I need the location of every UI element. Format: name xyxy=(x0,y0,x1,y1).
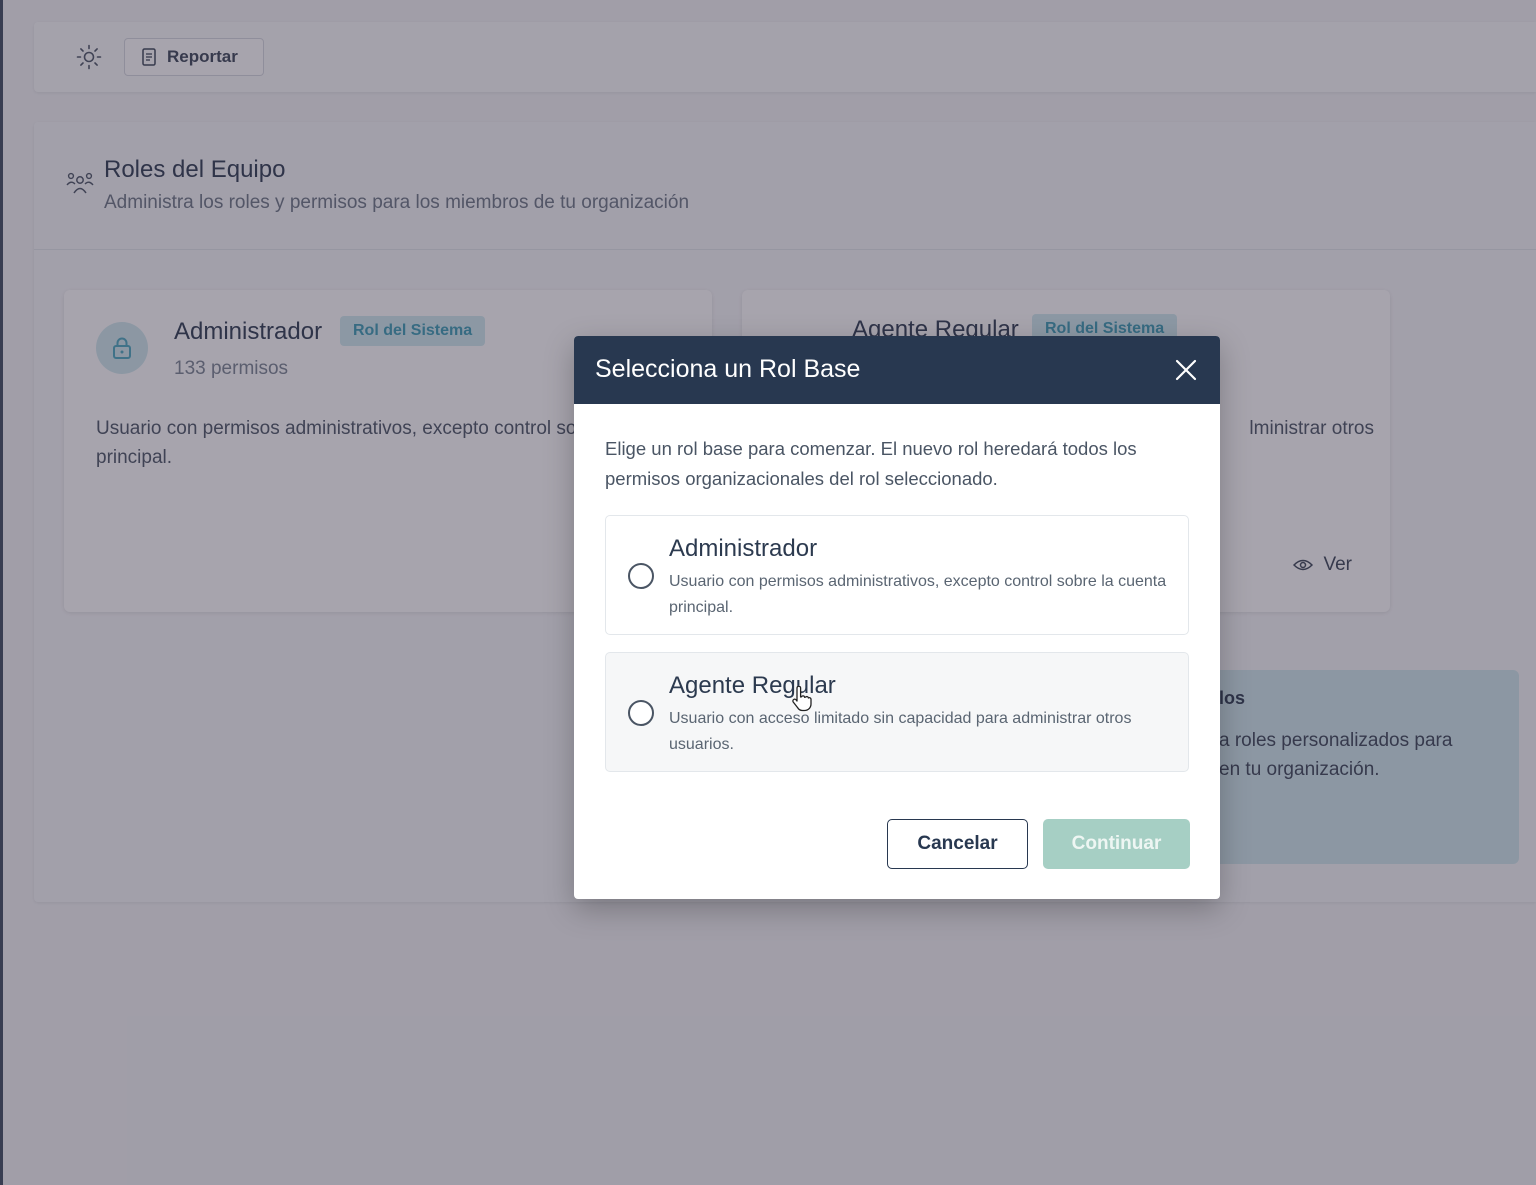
continue-button[interactable]: Continuar xyxy=(1043,819,1190,869)
option-description: Usuario con permisos administrativos, ex… xyxy=(669,573,1167,616)
hand-cursor-icon xyxy=(792,686,812,712)
role-option-administrador[interactable]: Administrador Usuario con permisos admin… xyxy=(605,515,1189,635)
cancel-button[interactable]: Cancelar xyxy=(887,819,1028,869)
dialog-header: Selecciona un Rol Base xyxy=(574,336,1220,404)
option-title: Administrador xyxy=(669,535,818,562)
radio-button[interactable] xyxy=(628,700,654,726)
close-icon[interactable] xyxy=(1172,356,1200,384)
role-option-agente-regular[interactable]: Agente Regular Usuario con acceso limita… xyxy=(605,652,1189,772)
select-base-role-dialog: Selecciona un Rol Base Elige un rol base… xyxy=(574,336,1220,899)
option-description: Usuario con acceso limitado sin capacida… xyxy=(669,710,1132,753)
radio-button[interactable] xyxy=(628,563,654,589)
dialog-title: Selecciona un Rol Base xyxy=(595,355,861,383)
dialog-intro: Elige un rol base para comenzar. El nuev… xyxy=(605,438,1137,489)
